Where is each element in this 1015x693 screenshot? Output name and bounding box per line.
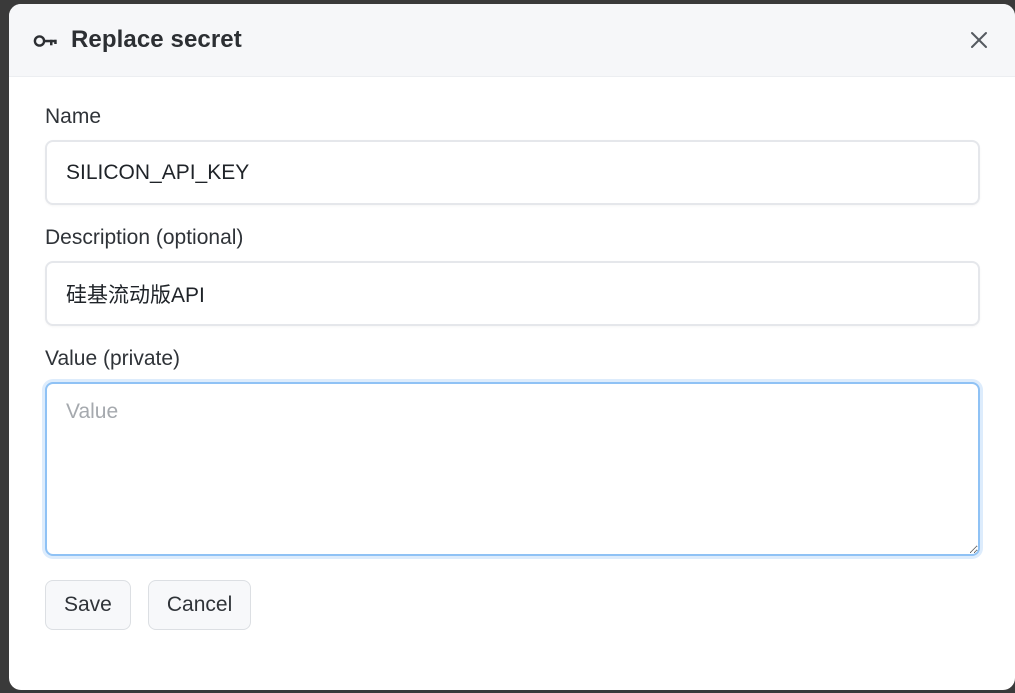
dialog-header: Replace secret (9, 4, 1015, 77)
description-input[interactable] (45, 261, 980, 326)
value-label: Value (private) (45, 347, 181, 370)
dialog-body: Name Description (optional) Value (priva… (9, 77, 1015, 630)
cancel-button[interactable]: Cancel (147, 580, 252, 630)
dialog-actions: Save Cancel (45, 580, 980, 630)
name-input[interactable] (45, 140, 980, 205)
dialog-title: Replace secret (71, 26, 242, 53)
replace-secret-dialog: Replace secret Name Description (optiona… (9, 4, 1015, 690)
name-label: Name (45, 105, 102, 128)
close-button[interactable] (965, 26, 993, 54)
save-button[interactable]: Save (45, 580, 131, 630)
key-icon (33, 31, 61, 51)
close-icon (971, 32, 987, 48)
description-label: Description (optional) (45, 226, 244, 249)
value-textarea[interactable] (45, 382, 980, 556)
